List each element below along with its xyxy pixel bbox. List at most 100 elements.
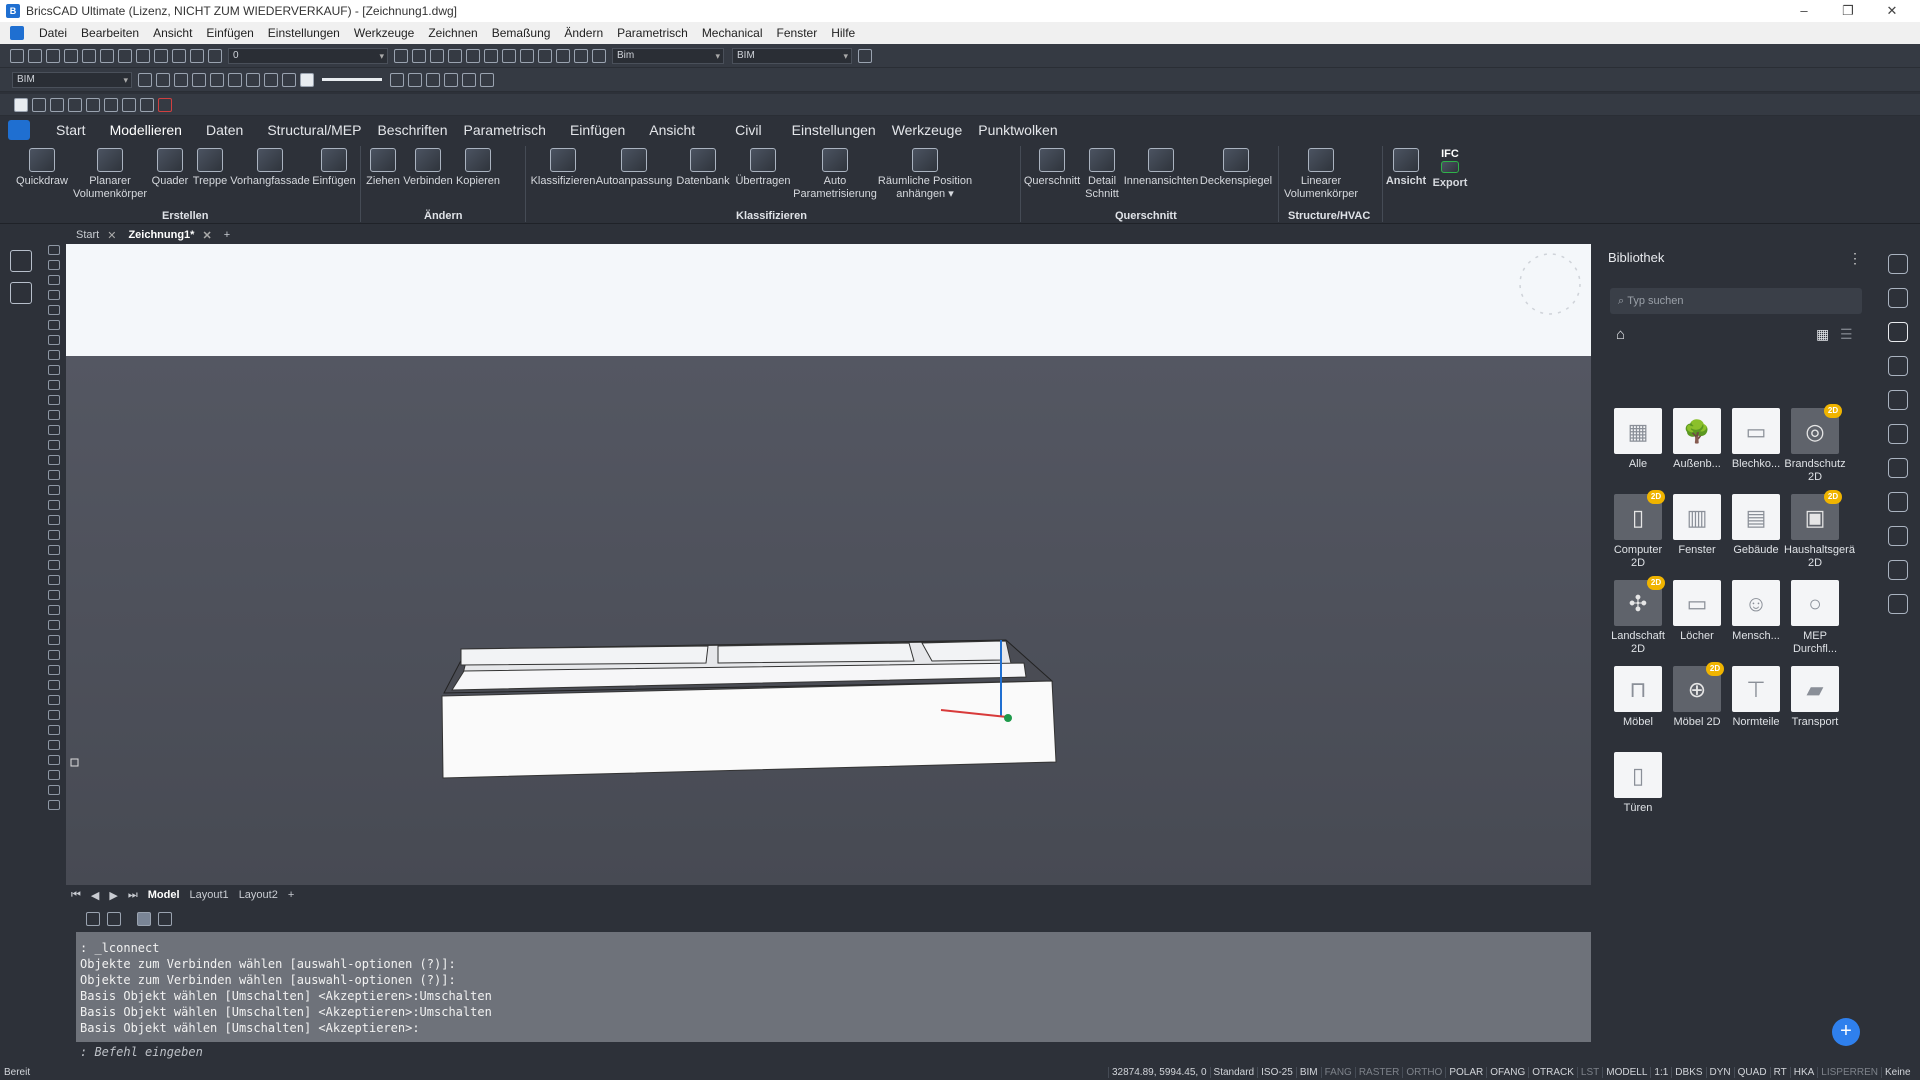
offset-tool-icon[interactable] — [48, 590, 60, 600]
grid-icon[interactable] — [138, 72, 152, 87]
join-tool-icon[interactable] — [48, 680, 60, 690]
lineweight-slider[interactable] — [322, 78, 382, 81]
status-ofang[interactable]: OFANG — [1486, 1066, 1528, 1078]
ucs-world-icon[interactable] — [408, 72, 422, 87]
database-button[interactable]: Datenbank — [672, 148, 734, 188]
tab-civil[interactable]: Civil — [727, 122, 783, 138]
menu-fenster[interactable]: Fenster — [770, 26, 825, 40]
status-dbks[interactable]: DBKS — [1671, 1066, 1705, 1078]
insert-button[interactable]: Einfügen — [310, 148, 358, 188]
move-tool-icon[interactable] — [48, 485, 60, 495]
structure-icon[interactable] — [574, 48, 588, 63]
erase-tool-icon[interactable] — [48, 695, 60, 705]
tab-structural-mep[interactable]: Structural/MEP — [259, 122, 369, 138]
library-item-blechkonstruktion[interactable]: ▭ Blechko... — [1725, 408, 1787, 471]
next-layout-icon[interactable]: ▶ — [104, 889, 122, 902]
tab-modellieren[interactable]: Modellieren — [102, 122, 198, 138]
block-tool-icon[interactable] — [48, 365, 60, 375]
intersection-icon[interactable] — [122, 97, 136, 112]
pin-icon[interactable] — [1888, 594, 1908, 614]
tab-layout2[interactable]: Layout2 — [234, 889, 283, 901]
arc-tool-icon[interactable] — [48, 290, 60, 300]
maximize-button[interactable]: ❐ — [1826, 0, 1870, 22]
trim-tool-icon[interactable] — [48, 545, 60, 555]
status-iso25[interactable]: ISO-25 — [1257, 1066, 1296, 1078]
close-button[interactable]: ✕ — [1870, 0, 1914, 22]
library-item-normteile[interactable]: ⊤ Normteile — [1725, 666, 1787, 729]
layer-iso-icon[interactable] — [430, 48, 444, 63]
cmd-layer-icon[interactable] — [158, 912, 173, 926]
status-bim[interactable]: BIM — [1295, 1066, 1321, 1078]
library-item-computer[interactable]: ▯ 2D Computer 2D — [1607, 490, 1669, 570]
layer-on-icon[interactable] — [172, 48, 186, 63]
linear-solid-button[interactable]: Linearer Volumenkörper — [1280, 148, 1362, 201]
doc-tab-start[interactable]: Start ✕ — [70, 229, 122, 242]
fillet-tool-icon[interactable] — [48, 575, 60, 585]
ceiling-plan-button[interactable]: Deckenspiegel — [1198, 148, 1274, 188]
layer-tool-icon[interactable] — [48, 785, 60, 795]
render-icon[interactable] — [520, 48, 534, 63]
tab-punktwolken[interactable]: Punktwolken — [970, 122, 1065, 138]
menu-zeichnen[interactable]: Zeichnen — [421, 26, 484, 40]
menu-werkzeuge[interactable]: Werkzeuge — [347, 26, 421, 40]
more-options-icon[interactable]: ⋮ — [1848, 250, 1862, 267]
warning-icon[interactable] — [1888, 526, 1908, 546]
tangent-icon[interactable] — [140, 97, 154, 112]
spline-tool-icon[interactable] — [48, 320, 60, 330]
rect-tool-icon[interactable] — [48, 275, 60, 285]
color-swatch-icon[interactable] — [300, 72, 314, 87]
close-tab-icon[interactable]: ✕ — [107, 229, 116, 242]
eye-icon[interactable] — [264, 72, 278, 87]
box-button[interactable]: Quader — [148, 148, 192, 188]
layer-walk-icon[interactable] — [448, 48, 462, 63]
library-item-alle[interactable]: ▦ Alle — [1607, 408, 1669, 471]
layer-prev-icon[interactable] — [412, 48, 426, 63]
open-file-icon[interactable] — [28, 48, 42, 63]
status-ortho[interactable]: ORTHO — [1402, 1066, 1445, 1078]
measure-tool-icon[interactable] — [48, 755, 60, 765]
menu-ansicht[interactable]: Ansicht — [146, 26, 199, 40]
classify-button[interactable]: Klassifizieren — [530, 148, 596, 188]
status-lisperren[interactable]: LISPERREN — [1817, 1066, 1881, 1078]
menu-aendern[interactable]: Ändern — [557, 26, 610, 40]
ellipse-tool-icon[interactable] — [48, 335, 60, 345]
print-preview-icon[interactable] — [100, 48, 114, 63]
shaded-icon[interactable] — [502, 48, 516, 63]
library-item-haushaltsgeraete[interactable]: ▣ 2D Haushaltsgerä 2D — [1784, 490, 1855, 570]
status-modell[interactable]: MODELL — [1602, 1066, 1650, 1078]
layer-combo[interactable]: 0 — [228, 47, 388, 64]
status-hka[interactable]: HKA — [1789, 1066, 1818, 1078]
menu-parametrisch[interactable]: Parametrisch — [610, 26, 695, 40]
tab-einfuegen[interactable]: Einfügen — [562, 122, 641, 138]
circle-tool-icon[interactable] — [48, 305, 60, 315]
add-library-button[interactable]: + — [1832, 1018, 1860, 1046]
view-cube-icon[interactable] — [466, 48, 480, 63]
array-tool-icon[interactable] — [48, 605, 60, 615]
library-item-moebel[interactable]: ⊓ Möbel — [1607, 666, 1669, 729]
sheet-icon[interactable] — [462, 72, 476, 87]
workspace-combo[interactable]: BIM — [732, 47, 852, 64]
status-dyn[interactable]: DYN — [1705, 1066, 1734, 1078]
quickdraw-button[interactable]: Quickdraw — [14, 148, 70, 188]
profile-icon[interactable] — [1888, 424, 1908, 444]
layout-icon[interactable] — [444, 72, 458, 87]
polygon-tool-icon[interactable] — [48, 395, 60, 405]
help-icon[interactable] — [858, 48, 872, 63]
menu-bemassung[interactable]: Bemaßung — [485, 26, 558, 40]
menu-mechanical[interactable]: Mechanical — [695, 26, 770, 40]
chamfer-tool-icon[interactable] — [48, 650, 60, 660]
tab-ansicht[interactable]: Ansicht — [641, 122, 727, 138]
menu-hilfe[interactable]: Hilfe — [824, 26, 862, 40]
orbit-icon[interactable] — [246, 72, 260, 87]
lightbulb-icon[interactable] — [1888, 254, 1908, 274]
line-tool-icon[interactable] — [48, 245, 60, 255]
command-input[interactable]: : Befehl eingeben — [76, 1044, 1591, 1062]
table-tool-icon[interactable] — [48, 425, 60, 435]
new-tab-button[interactable]: + — [218, 229, 236, 241]
menu-einfuegen[interactable]: Einfügen — [199, 26, 260, 40]
polyline-tool-icon[interactable] — [48, 260, 60, 270]
settings-sliders-icon[interactable] — [1888, 288, 1908, 308]
layer-lock-icon[interactable] — [208, 48, 222, 63]
status-standard[interactable]: Standard — [1209, 1066, 1258, 1078]
polyline-icon[interactable] — [50, 97, 64, 112]
